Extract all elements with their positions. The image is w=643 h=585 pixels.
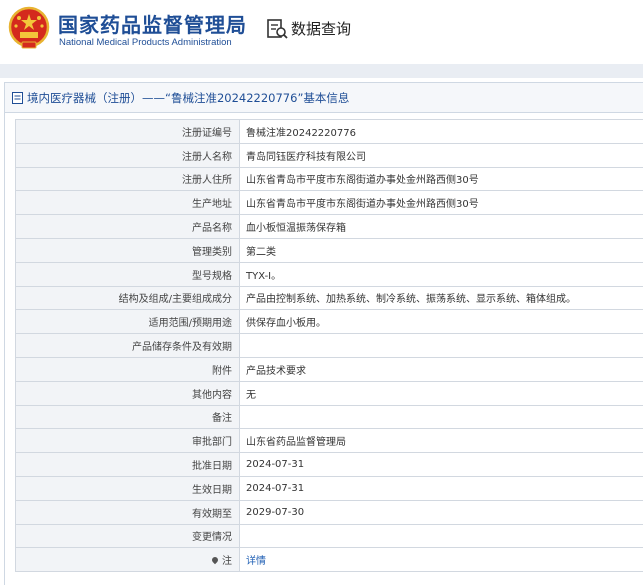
row-value: 2029-07-30 bbox=[239, 499, 643, 525]
row-value: 2024-07-31 bbox=[239, 475, 643, 501]
document-search-icon bbox=[267, 19, 288, 39]
document-icon bbox=[12, 92, 23, 104]
national-emblem-icon bbox=[8, 6, 50, 49]
note-label: 注 bbox=[222, 556, 232, 568]
row-label: 有效期至 bbox=[15, 499, 240, 525]
row-label: 其他内容 bbox=[15, 380, 240, 406]
table-row: 注册人名称 青岛同钰医疗科技有限公司 bbox=[15, 142, 643, 168]
table-row: 附件 产品技术要求 bbox=[15, 356, 643, 382]
table-row: 型号规格 TYX-Ⅰ。 bbox=[15, 261, 643, 287]
pin-icon bbox=[210, 555, 220, 565]
row-label: 生产地址 bbox=[15, 190, 240, 216]
table-row: 管理类别 第二类 bbox=[15, 237, 643, 263]
table-row: 产品名称 血小板恒温振荡保存箱 bbox=[15, 214, 643, 239]
row-label: 注册证编号 bbox=[15, 119, 240, 144]
table-row-note: 注 详情 bbox=[15, 547, 643, 573]
org-name-en: National Medical Products Administration bbox=[59, 37, 232, 48]
query-title: 数据查询 bbox=[291, 20, 352, 38]
table-row: 注册证编号 鲁械注准20242220776 bbox=[15, 119, 643, 144]
row-value: 山东省青岛市平度市东阁街道办事处金州路西侧30号 bbox=[239, 166, 643, 192]
panel-title-bar: 境内医疗器械（注册）——“鲁械注准20242220776”基本信息 bbox=[5, 83, 643, 113]
row-value: 2024-07-31 bbox=[239, 452, 643, 477]
row-value: 产品由控制系统、加热系统、制冷系统、振荡系统、显示系统、箱体组成。 bbox=[239, 285, 643, 311]
row-label: 适用范围/预期用途 bbox=[15, 309, 240, 335]
row-value bbox=[239, 523, 643, 549]
row-label: 结构及组成/主要组成成分 bbox=[15, 285, 240, 311]
row-label: 批准日期 bbox=[15, 452, 240, 477]
row-value: 山东省青岛市平度市东阁街道办事处金州路西侧30号 bbox=[239, 190, 643, 216]
row-label: 附件 bbox=[15, 356, 240, 382]
table-row: 生产地址 山东省青岛市平度市东阁街道办事处金州路西侧30号 bbox=[15, 190, 643, 216]
row-label: 型号规格 bbox=[15, 261, 240, 287]
row-label: 产品储存条件及有效期 bbox=[15, 333, 240, 358]
row-value bbox=[239, 333, 643, 358]
row-label: 注册人名称 bbox=[15, 142, 240, 168]
table-row: 结构及组成/主要组成成分 产品由控制系统、加热系统、制冷系统、振荡系统、显示系统、… bbox=[15, 285, 643, 311]
table-row: 注册人住所 山东省青岛市平度市东阁街道办事处金州路西侧30号 bbox=[15, 166, 643, 192]
row-value: 无 bbox=[239, 380, 643, 406]
row-value: 第二类 bbox=[239, 237, 643, 263]
row-label: 变更情况 bbox=[15, 523, 240, 549]
table-row: 适用范围/预期用途 供保存血小板用。 bbox=[15, 309, 643, 335]
site-header: 国家药品监督管理局 National Medical Products Admi… bbox=[0, 0, 643, 64]
panel-title: 境内医疗器械（注册）——“鲁械注准20242220776”基本信息 bbox=[27, 91, 350, 105]
row-value: 血小板恒温振荡保存箱 bbox=[239, 214, 643, 239]
org-name-cn: 国家药品监督管理局 bbox=[58, 13, 247, 37]
details-link[interactable]: 详情 bbox=[246, 556, 266, 567]
table-row: 生效日期 2024-07-31 bbox=[15, 475, 643, 501]
header-divider-band bbox=[0, 64, 643, 78]
note-value-cell: 详情 bbox=[239, 547, 643, 573]
row-label: 备注 bbox=[15, 404, 240, 430]
table-row: 产品储存条件及有效期 bbox=[15, 333, 643, 358]
row-value: 鲁械注准20242220776 bbox=[239, 119, 643, 144]
info-table: 注册证编号 鲁械注准20242220776 注册人名称 青岛同钰医疗科技有限公司 注… bbox=[15, 119, 643, 573]
table-row: 变更情况 bbox=[15, 523, 643, 549]
row-value: 产品技术要求 bbox=[239, 356, 643, 382]
row-value: TYX-Ⅰ。 bbox=[239, 261, 643, 287]
row-label: 注册人住所 bbox=[15, 166, 240, 192]
note-label-cell: 注 bbox=[15, 547, 240, 573]
row-value: 供保存血小板用。 bbox=[239, 309, 643, 335]
row-label: 产品名称 bbox=[15, 214, 240, 239]
table-row: 批准日期 2024-07-31 bbox=[15, 452, 643, 477]
table-row: 审批部门 山东省药品监督管理局 bbox=[15, 428, 643, 454]
row-value: 山东省药品监督管理局 bbox=[239, 428, 643, 454]
row-value: 青岛同钰医疗科技有限公司 bbox=[239, 142, 643, 168]
table-row: 其他内容无 bbox=[15, 380, 643, 406]
info-panel: 境内医疗器械（注册）——“鲁械注准20242220776”基本信息 注册证编号鲁… bbox=[4, 82, 643, 585]
table-row: 有效期至 2029-07-30 bbox=[15, 499, 643, 525]
table-row: 备注 bbox=[15, 404, 643, 430]
row-label: 管理类别 bbox=[15, 237, 240, 263]
row-value bbox=[239, 404, 643, 430]
row-label: 审批部门 bbox=[15, 428, 240, 454]
row-label: 生效日期 bbox=[15, 475, 240, 501]
